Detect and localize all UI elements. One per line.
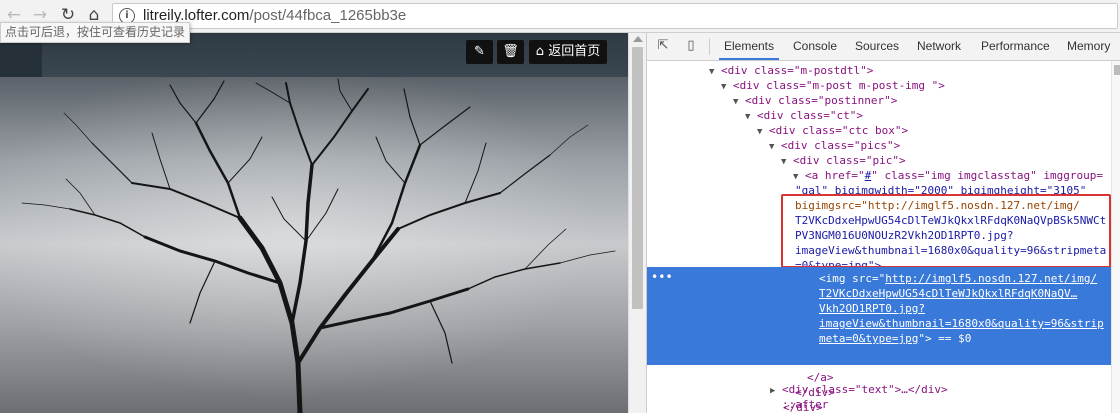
collapse-arrow-icon[interactable]: ▼ — [757, 125, 769, 140]
img-tag-open: <img src=" — [819, 272, 886, 285]
dom-node-text: <div class="m-postdtl"> — [721, 64, 874, 77]
highlight-annotation-box — [781, 194, 1111, 268]
tab-sources[interactable]: Sources — [855, 33, 899, 60]
img-src-link[interactable]: Vkh2OD1RPT0.jpg? — [819, 302, 925, 315]
devtools-panel: ⇱ ▯ Elements Console Sources Network Per… — [646, 33, 1120, 414]
back-tooltip: 点击可后退，按住可查看历史记录 — [0, 22, 191, 43]
more-dots-icon[interactable]: ••• — [651, 270, 673, 284]
scroll-up-arrow-icon[interactable] — [633, 36, 643, 42]
dom-node[interactable]: ▼ <div class="postinner"> — [733, 93, 897, 108]
page-scrollbar[interactable] — [628, 33, 647, 413]
anchor-node-line-1[interactable]: ▼ <a href="#" class="img imgclasstag" img… — [793, 168, 1103, 183]
devtools-scroll-thumb[interactable] — [1114, 65, 1120, 75]
img-src-link[interactable]: meta=0&type=jpg — [819, 332, 918, 345]
text-div-node: <div class="text">…</div> — [782, 383, 948, 396]
dom-node-text: <div class="m-post m-post-img "> — [733, 79, 945, 92]
collapse-arrow-icon[interactable]: ▼ — [733, 95, 745, 110]
trash-icon[interactable]: 🗑 — [497, 40, 524, 64]
tab-memory[interactable]: Memory — [1067, 33, 1110, 60]
dom-node-text: <div class="ct"> — [757, 109, 863, 122]
tab-elements[interactable]: Elements — [719, 33, 779, 60]
dom-node-text-div[interactable]: ▶ <div class="text">…</div> — [770, 382, 948, 397]
img-src-link[interactable]: imageView&thumbnail=1680x0&quality=96&st… — [819, 317, 1104, 330]
selected-img-node[interactable]: ••• <img src="http://imglf5.nosdn.127.ne… — [647, 267, 1111, 365]
home-return-label: 返回首页 — [548, 44, 601, 59]
tab-console[interactable]: Console — [793, 33, 837, 60]
anchor-tag-open: <a href=" — [805, 169, 865, 182]
page-scroll-thumb[interactable] — [632, 47, 643, 309]
tab-separator — [709, 38, 710, 55]
img-src-link[interactable]: T2VKcDdxeHpwUG54cDlTeWJkQkxlRFdqK0NaQV… — [819, 287, 1077, 300]
inspect-cursor-icon[interactable]: ⇱ — [655, 38, 671, 54]
dom-node[interactable]: ▼ <div class="pic"> — [781, 153, 906, 168]
tab-network[interactable]: Network — [917, 33, 961, 60]
img-node-line: imageView&thumbnail=1680x0&quality=96&st… — [819, 316, 1104, 331]
anchor-attrs: " class="img imgclasstag" imggroup= — [871, 169, 1104, 182]
dom-node-text: <div class="pics"> — [781, 139, 901, 152]
img-node-line: Vkh2OD1RPT0.jpg? — [819, 301, 925, 316]
elements-tree: ▼ <div class="m-postdtl"> ▼ <div class="m-… — [647, 61, 1111, 414]
expand-arrow-icon[interactable]: ▶ — [770, 384, 782, 399]
device-toggle-icon[interactable]: ▯ — [683, 38, 699, 54]
dom-node[interactable]: ▼ <div class="m-postdtl"> — [709, 63, 873, 78]
img-tag-close: "> == $0 — [918, 332, 972, 345]
img-node-line: meta=0&type=jpg"> == $0 — [819, 331, 971, 346]
collapse-arrow-icon[interactable]: ▼ — [769, 140, 781, 155]
after-text: ::after — [782, 398, 829, 411]
page-viewport: ✎ 🗑 ⌂ 返回首页 — [0, 33, 630, 413]
dom-node[interactable]: ▼ <div class="m-post m-post-img "> — [721, 78, 945, 93]
collapse-arrow-icon[interactable]: ▼ — [745, 110, 757, 125]
dom-node-text: <div class="ctc box"> — [769, 124, 909, 137]
collapse-arrow-icon[interactable]: ▼ — [709, 65, 721, 80]
dom-node-text: <div class="postinner"> — [745, 94, 898, 107]
collapse-arrow-icon[interactable]: ▼ — [781, 155, 793, 170]
home-return-button[interactable]: ⌂ 返回首页 — [529, 40, 607, 64]
tab-performance[interactable]: Performance — [981, 33, 1050, 60]
dom-node-text: <div class="pic"> — [793, 154, 906, 167]
devtools-scrollbar[interactable] — [1111, 61, 1120, 413]
dom-node[interactable]: ▼ <div class="ct"> — [745, 108, 863, 123]
dom-node[interactable]: ▼ <div class="pics"> — [769, 138, 900, 153]
img-src-link[interactable]: http://imglf5.nosdn.127.net/img/ — [885, 272, 1097, 285]
address-bar[interactable]: i litreily.lofter.com/post/44fbca_1265bb… — [112, 3, 1118, 29]
img-node-line: <img src="http://imglf5.nosdn.127.net/im… — [819, 271, 1097, 286]
after-pseudo-element[interactable]: ::after — [782, 397, 828, 412]
house-icon: ⌂ — [535, 44, 545, 59]
collapse-arrow-icon[interactable]: ▼ — [721, 80, 733, 95]
tree-photo — [0, 77, 630, 413]
devtools-tabbar: ⇱ ▯ Elements Console Sources Network Per… — [647, 33, 1120, 61]
dom-node[interactable]: ▼ <div class="ctc box"> — [757, 123, 908, 138]
url-path: /post/44fbca_1265bb3e — [249, 7, 407, 24]
img-node-line: T2VKcDdxeHpwUG54cDlTeWJkQkxlRFdqK0NaQV… — [819, 286, 1077, 301]
pencil-icon[interactable]: ✎ — [466, 40, 493, 64]
